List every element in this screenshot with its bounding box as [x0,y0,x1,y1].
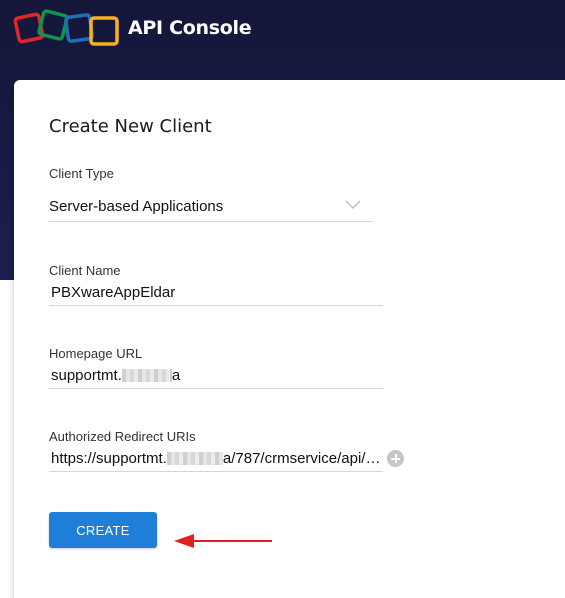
client-name-label: Client Name [49,263,121,278]
top-bar: API Console [0,0,565,56]
chevron-down-icon [345,200,361,209]
redacted-blur [121,369,172,382]
homepage-url-label: Homepage URL [49,346,143,361]
red-arrow-annotation [174,534,272,548]
page-title: Create New Client [49,116,212,137]
add-uri-icon[interactable] [387,450,404,467]
app-title: API Console [128,17,252,39]
redacted-blur [166,452,223,465]
redirect-uri-label: Authorized Redirect URIs [49,429,196,444]
client-type-label: Client Type [49,166,114,181]
client-name-input[interactable]: PBXwareAppEldar [49,282,383,306]
redirect-uri-value: https://supportmt. a/787/crmservice/api/… [51,450,381,467]
create-button[interactable]: CREATE [49,512,157,548]
create-client-card: Create New Client Client Type Server-bas… [14,80,565,598]
homepage-url-input[interactable]: supportmt. a [49,365,383,389]
homepage-url-value: supportmt. a [51,367,181,384]
client-type-select[interactable]: Server-based Applications [49,198,373,222]
client-name-value: PBXwareAppEldar [51,284,176,301]
redirect-uri-input[interactable]: https://supportmt. a/787/crmservice/api/… [49,448,383,472]
client-type-value: Server-based Applications [49,198,224,215]
zoho-logo-icon[interactable] [13,8,123,48]
